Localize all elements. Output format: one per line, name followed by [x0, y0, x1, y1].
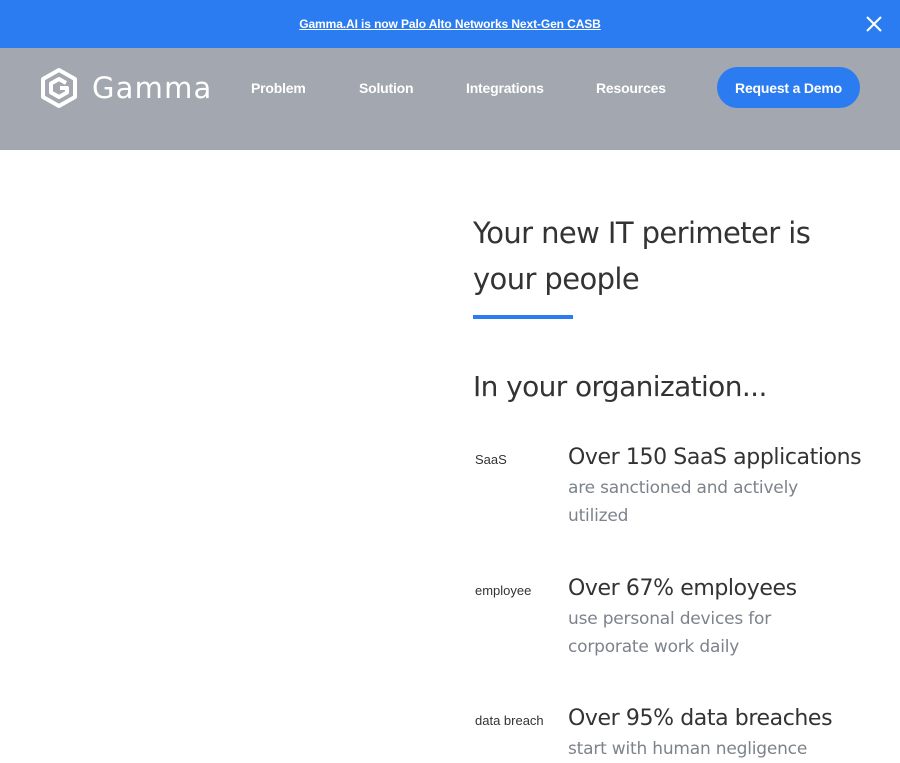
image-alt-text: employee [475, 583, 532, 598]
announcement-link[interactable]: Gamma.AI is now Palo Alto Networks Next-… [299, 17, 601, 31]
data-breach-image: data breach [473, 713, 544, 728]
hero-title: Your new IT perimeter is your people [473, 210, 873, 302]
stat-description: start with human negligence [568, 739, 808, 759]
gamma-logo-icon [41, 68, 77, 108]
close-icon[interactable] [864, 14, 884, 34]
announcement-bar: Gamma.AI is now Palo Alto Networks Next-… [0, 0, 900, 48]
image-alt-text: SaaS [475, 452, 507, 467]
stat-description: are sanctioned and actively utilized [568, 478, 798, 526]
request-demo-button[interactable]: Request a Demo [717, 67, 860, 108]
hero-title-line-2: your people [473, 262, 640, 296]
stat-description: use personal devices for corporate work … [568, 609, 771, 657]
nav-solution[interactable]: Solution [359, 80, 414, 96]
image-alt-text: data breach [475, 713, 544, 728]
hero-title-line-1: Your new IT perimeter is [473, 216, 811, 250]
logo-text: Gamma [92, 71, 213, 105]
nav-integrations[interactable]: Integrations [466, 80, 544, 96]
nav-resources[interactable]: Resources [596, 80, 666, 96]
logo[interactable]: Gamma [40, 68, 213, 108]
section-title: In your organization... [473, 370, 767, 403]
hero-underline [473, 315, 573, 319]
saas-image: SaaS [473, 452, 507, 467]
stat-headline: Over 95% data breaches [568, 706, 833, 731]
nav-problem[interactable]: Problem [251, 80, 306, 96]
employee-image: employee [473, 583, 531, 598]
stat-headline: Over 150 SaaS applications [568, 445, 862, 470]
stat-headline: Over 67% employees [568, 576, 797, 601]
